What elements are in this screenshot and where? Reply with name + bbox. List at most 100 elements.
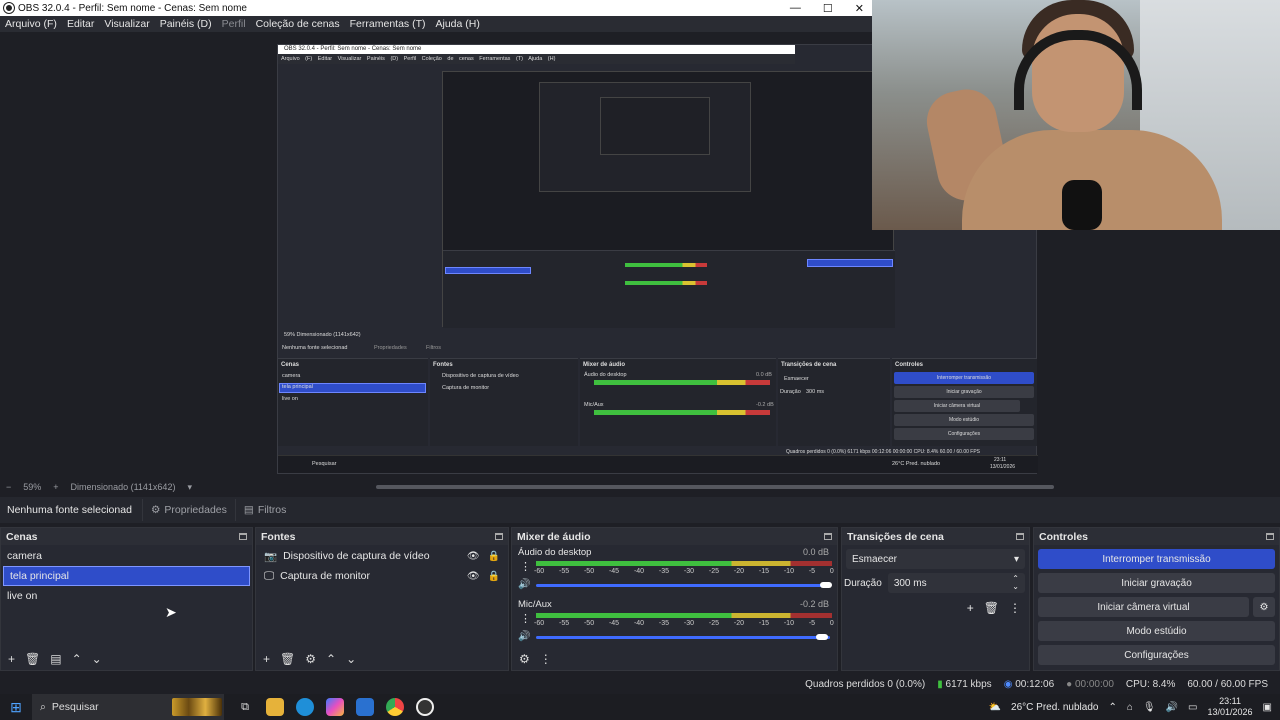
chevron-down-icon[interactable]: ⌄ [346,652,356,666]
menu-docks[interactable]: Painéis (D) [155,18,217,30]
transition-select[interactable]: Esmaecer ▾ [846,549,1025,569]
more-vertical-icon[interactable]: ⋮ [520,560,531,573]
battery-icon[interactable]: ▭ [1188,702,1197,713]
undock-icon[interactable] [824,533,832,540]
minimize-button[interactable]: — [790,2,801,15]
taskbar-clock[interactable]: 23:11 13/01/2026 [1208,696,1253,718]
volume-icon[interactable]: 🔊 [1166,702,1178,713]
store-icon[interactable] [356,698,374,716]
lock-icon[interactable]: 🔒 [488,571,500,582]
more-vertical-icon[interactable]: ⋮ [1009,601,1021,615]
controls-dock: Controles Interromper transmissão Inicia… [1033,527,1280,671]
menu-help[interactable]: Ajuda (H) [430,18,484,30]
mixer-toolbar: ⚙ ⋮ [512,648,837,670]
speaker-icon[interactable]: 🔊 [518,631,530,642]
gear-icon[interactable]: ⚙ [305,652,316,666]
undock-icon[interactable] [1016,533,1024,540]
taskbar-search[interactable]: ⌕ Pesquisar [32,694,224,720]
scale-mode[interactable]: Dimensionado (1141x642) [71,482,176,492]
search-placeholder: Pesquisar [51,701,99,713]
maximize-button[interactable]: ☐ [823,2,833,15]
virtual-camera-settings-button[interactable]: ⚙ [1253,597,1275,617]
properties-button[interactable]: ⚙ Propriedades [142,499,235,521]
sources-header: Fontes [256,528,508,545]
filter-icon[interactable]: ▤ [50,652,61,666]
clock-time: 23:11 [1219,696,1241,706]
edge-icon[interactable] [296,698,314,716]
stop-streaming-button[interactable]: Interromper transmissão [1038,549,1275,569]
transitions-dock: Transições de cena Esmaecer ▾ Duração 30… [841,527,1030,671]
zoom-in-button[interactable]: + [53,482,58,492]
file-explorer-icon[interactable] [266,698,284,716]
nested-preview-level-3 [539,82,751,192]
channel-name: Mic/Aux [518,599,552,610]
chevron-down-icon[interactable]: ▾ [187,482,192,493]
studio-mode-button[interactable]: Modo estúdio [1038,621,1275,641]
copilot-icon[interactable] [326,698,344,716]
camera-icon: 📷 [264,550,278,563]
chrome-icon[interactable] [386,698,404,716]
menu-tools[interactable]: Ferramentas (T) [345,18,431,30]
add-icon[interactable]: + [967,601,974,615]
eye-icon[interactable]: 👁 [467,551,480,562]
undock-icon[interactable] [239,533,247,540]
weather-text[interactable]: 26°C Pred. nublado [1011,702,1098,713]
close-button[interactable]: ✕ [855,2,864,15]
chevron-up-icon[interactable]: ⌃ [1108,702,1116,713]
chevron-up-icon[interactable]: ⌃ [326,652,336,666]
source-item-monitor-capture[interactable]: 🖵 Captura de monitor 👁 🔒 [256,566,508,586]
zoom-bar: − 59% + Dimensionado (1141x642) ▾ [0,480,1280,494]
eye-icon[interactable]: 👁 [467,571,480,582]
trash-icon[interactable]: 🗑 [25,652,40,666]
start-virtual-camera-button[interactable]: Iniciar câmera virtual [1038,597,1249,617]
scene-item-live-on[interactable]: live on [1,586,252,606]
undock-icon[interactable] [1266,533,1274,540]
nested-source-video: Dispositivo de captura de vídeo [442,373,519,379]
channel-name: Áudio do desktop [518,547,592,558]
trash-icon[interactable]: 🗑 [280,652,295,666]
more-vertical-icon[interactable]: ⋮ [540,652,552,666]
preview-scrollbar[interactable] [376,485,1054,489]
meter-ticks: -60 -55 -50 -45 -40 -35 -30 -25 -20 -15 -10 -5 0 [534,568,834,575]
menu-scene-collection[interactable]: Coleção de cenas [251,18,345,30]
mouse-cursor-icon: ➤ [165,604,177,620]
mic-icon[interactable]: 🎙 [1143,702,1156,713]
taskbar-apps: ⧉ [224,698,434,716]
filters-button[interactable]: ▤ Filtros [234,499,295,521]
duration-input[interactable]: 300 ms ⌃ ⌄ [887,573,1025,593]
menu-profile[interactable]: Perfil [217,18,251,30]
spin-icon[interactable]: ⌃ ⌄ [1012,575,1019,591]
network-icon[interactable]: ⌂ [1127,702,1133,713]
chevron-up-icon[interactable]: ⌃ [72,652,82,666]
channel-db: 0.0 dB [802,547,829,557]
windows-start-icon[interactable]: ⊞ [0,699,32,716]
webcam-feed [872,0,1280,230]
scene-item-camera[interactable]: camera [1,546,252,566]
cpu-usage: CPU: 8.4% [1125,678,1176,690]
add-icon[interactable]: + [263,652,270,666]
add-icon[interactable]: + [8,652,15,666]
gear-icon[interactable]: ⚙ [519,652,530,666]
lock-icon[interactable]: 🔒 [488,551,500,562]
more-vertical-icon[interactable]: ⋮ [520,612,531,625]
task-view-icon[interactable]: ⧉ [236,698,254,716]
start-recording-button[interactable]: Iniciar gravação [1038,573,1275,593]
zoom-out-button[interactable]: − [6,482,11,492]
trash-icon[interactable]: 🗑 [984,601,999,615]
speaker-icon[interactable]: 🔊 [518,579,530,590]
source-item-video-capture[interactable]: 📷 Dispositivo de captura de vídeo 👁 🔒 [256,546,508,566]
volume-slider-knob[interactable] [816,634,828,640]
nested-menubar: Arquivo (F) Editar Visualizar Painéis (D… [278,54,795,64]
volume-slider[interactable] [536,636,830,639]
volume-slider-knob[interactable] [820,582,832,588]
obs-taskbar-icon[interactable] [416,698,434,716]
scene-item-tela-principal[interactable]: tela principal [3,566,250,586]
menu-file[interactable]: Arquivo (F) [0,18,62,30]
settings-button[interactable]: Configurações [1038,645,1275,665]
chevron-down-icon[interactable]: ⌄ [92,652,102,666]
menu-view[interactable]: Visualizar [99,18,154,30]
volume-slider[interactable] [536,584,830,587]
menu-edit[interactable]: Editar [62,18,99,30]
notifications-icon[interactable]: ▣ [1263,702,1272,713]
undock-icon[interactable] [495,533,503,540]
